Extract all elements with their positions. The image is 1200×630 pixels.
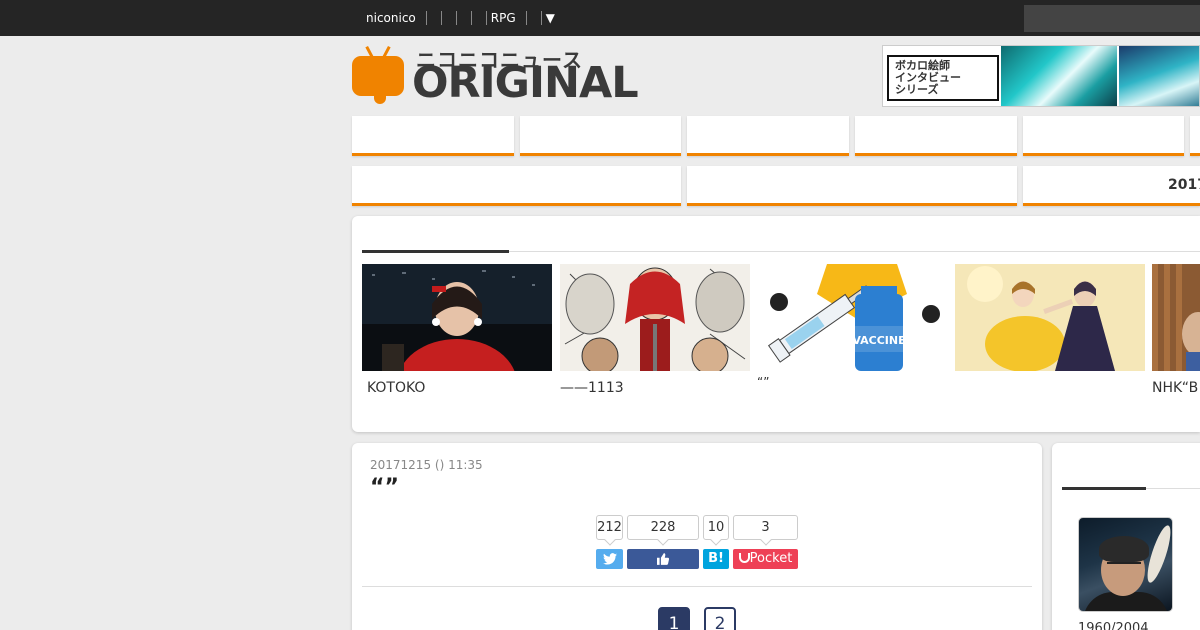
card-thumbnail: [560, 264, 750, 371]
tv-icon: [352, 56, 404, 96]
featured-tab-active[interactable]: [362, 250, 509, 253]
pocket-label: Pocket: [749, 551, 793, 566]
nav-separator: [485, 11, 487, 25]
logo-title: ORIGINAL: [412, 58, 639, 108]
card-caption: “”: [757, 375, 770, 389]
feature-tab-2[interactable]: [687, 166, 1017, 206]
featured-card[interactable]: NHK“B: [1152, 264, 1200, 396]
like-icon: [656, 553, 669, 565]
nav-link-niconico[interactable]: niconico: [366, 11, 422, 25]
card-caption: NHK“B: [1152, 380, 1199, 396]
article-title: “”: [370, 475, 399, 500]
banner-illustration-1: [1001, 46, 1117, 106]
twitter-count: 212: [596, 515, 623, 540]
side-tab-active[interactable]: [1062, 487, 1146, 490]
nav-link-rpg[interactable]: RPG: [491, 11, 522, 25]
nav-separator: [455, 11, 457, 25]
feature-tab-2017[interactable]: 2017: [1023, 166, 1200, 206]
category-tab-6[interactable]: [1190, 116, 1200, 156]
global-nav: niconico RPG ▼: [366, 0, 561, 36]
article-date: 20171215 () 11:35: [370, 458, 483, 472]
article-panel: 20171215 () 11:35 “” 212 228 10 3 B! Poc…: [352, 443, 1042, 630]
global-search-input[interactable]: [1024, 5, 1200, 32]
twitter-share-button[interactable]: [596, 549, 623, 569]
category-tab-5[interactable]: [1023, 116, 1184, 156]
pocket-count: 3: [733, 515, 798, 540]
card-thumbnail: VACCINE: [757, 264, 947, 371]
thumbnail-person-glasses: [1107, 562, 1141, 570]
pagination-page-1[interactable]: 1: [658, 607, 690, 630]
card-thumbnail: [955, 264, 1145, 371]
twitter-icon: [602, 553, 617, 565]
svg-text:VACCINE: VACCINE: [852, 334, 905, 347]
nav-separator: [440, 11, 442, 25]
pagination-page-2[interactable]: 2: [704, 607, 736, 630]
card-thumbnail: [362, 264, 552, 371]
side-panel: 1960/2004: [1052, 443, 1200, 630]
category-tab-1[interactable]: [352, 116, 514, 156]
global-topbar: niconico RPG ▼: [0, 0, 1200, 36]
category-tab-2[interactable]: [520, 116, 681, 156]
featured-card[interactable]: VACCINE “”: [757, 264, 947, 389]
banner-text: ボカロ絵師 インタビュー シリーズ: [887, 55, 999, 101]
pocket-button[interactable]: Pocket: [733, 549, 798, 569]
hatena-bookmark-button[interactable]: B!: [703, 549, 729, 569]
featured-panel: KOTOKO ——1113 VACCINE “” NHK“B: [352, 216, 1200, 432]
tv-icon-stand: [374, 94, 386, 104]
promo-banner[interactable]: ボカロ絵師 インタビュー シリーズ: [882, 45, 1200, 107]
nav-separator: [525, 11, 527, 25]
thumbnail-person-hair: [1099, 536, 1149, 562]
card-caption: KOTOKO: [367, 380, 426, 396]
category-tab-3[interactable]: [687, 116, 849, 156]
banner-illustration-2: [1119, 46, 1199, 106]
hatena-count: 10: [703, 515, 729, 540]
nav-more-dropdown[interactable]: ▼: [546, 11, 561, 25]
facebook-count: 228: [627, 515, 699, 540]
article-divider: [362, 586, 1032, 587]
card-thumbnail: [1152, 264, 1200, 371]
feature-tab-1[interactable]: [352, 166, 681, 206]
category-tab-4[interactable]: [855, 116, 1017, 156]
pocket-icon: [738, 553, 750, 563]
featured-card[interactable]: [955, 264, 1145, 380]
side-article-thumbnail[interactable]: [1078, 517, 1173, 612]
nav-separator: [470, 11, 472, 25]
side-article-caption: 1960/2004: [1078, 621, 1149, 630]
featured-card[interactable]: KOTOKO: [362, 264, 552, 396]
nav-separator: [540, 11, 542, 25]
nav-separator: [425, 11, 427, 25]
card-caption: ——1113: [560, 380, 624, 396]
site-logo[interactable]: ニコニコニュース ORIGINAL: [352, 46, 642, 108]
featured-card[interactable]: ——1113: [560, 264, 750, 396]
facebook-like-button[interactable]: [627, 549, 699, 569]
